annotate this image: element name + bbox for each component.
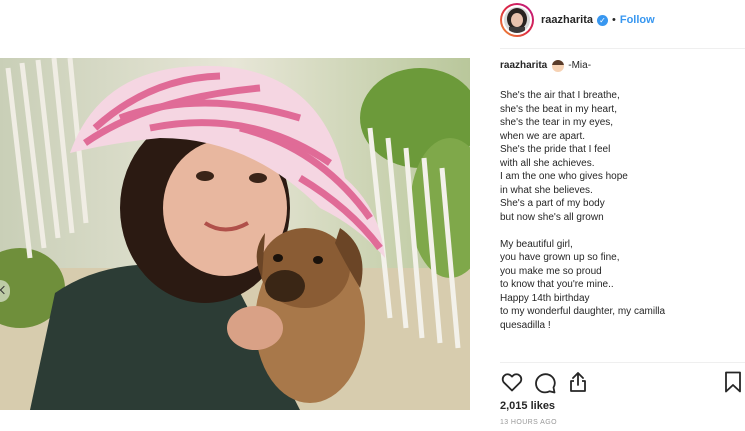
actions-divider — [500, 362, 745, 363]
caption-header: raazharita -Mia- — [500, 59, 740, 73]
avatar-image — [504, 7, 530, 33]
caption-line: in what she believes. — [500, 184, 593, 196]
avatar[interactable] — [500, 3, 534, 37]
caption-title: -Mia- — [568, 60, 592, 72]
woman-emoji-icon — [552, 60, 565, 72]
caption-line: but now she's all grown — [500, 211, 604, 223]
caption-line: She's a part of my body — [500, 198, 605, 209]
caption-line: to know that you're mine.. — [500, 279, 614, 290]
caption-line: She's the air that I breathe, — [500, 90, 620, 101]
bookmark-icon[interactable] — [721, 370, 745, 394]
caption-gap — [500, 224, 740, 238]
likes-count[interactable]: 2,015 likes — [500, 400, 555, 412]
caption-line: to my wonderful daughter, my camilla — [500, 306, 666, 317]
caption-line: you make me so proud — [500, 265, 602, 277]
verified-badge-icon: ✓ — [596, 14, 608, 26]
heart-icon[interactable] — [500, 370, 524, 394]
caption-line: She's the pride that I feel — [500, 144, 611, 155]
caption-line: she's the beat in my heart, — [500, 103, 617, 115]
post-photo[interactable] — [0, 58, 470, 410]
post-header: raazharita ✓ • Follow — [500, 0, 745, 40]
caption-line: you have grown up so fine, — [500, 252, 620, 263]
caption-fade — [500, 348, 740, 362]
comment-icon[interactable] — [533, 370, 557, 394]
action-bar — [500, 370, 745, 394]
caption-line: when we are apart. — [500, 130, 586, 142]
photo-girl-with-puppy — [0, 58, 470, 410]
caption-line: Happy 14th birthday — [500, 292, 590, 304]
follow-button[interactable]: Follow — [620, 14, 655, 26]
caption-line: My beautiful girl, — [500, 238, 573, 250]
post-sidebar: raazharita ✓ • Follow raazharita -Mia- S… — [500, 0, 745, 431]
header-username[interactable]: raazharita — [541, 14, 593, 26]
header-separator: • — [611, 14, 616, 26]
share-icon[interactable] — [566, 370, 590, 394]
caption-username[interactable]: raazharita — [500, 59, 547, 73]
caption-line: she's the tear in my eyes, — [500, 117, 614, 128]
caption-line: with all she achieves. — [500, 157, 595, 169]
header-divider — [500, 48, 745, 49]
caption-body: She's the air that I breathe, she's the b… — [500, 89, 740, 332]
post-timestamp[interactable]: 13 HOURS AGO — [500, 419, 557, 426]
caption: raazharita -Mia- She's the air that I br… — [500, 59, 740, 361]
caption-line: quesadilla ! — [500, 319, 551, 331]
caption-line: I am the one who gives hope — [500, 171, 628, 182]
